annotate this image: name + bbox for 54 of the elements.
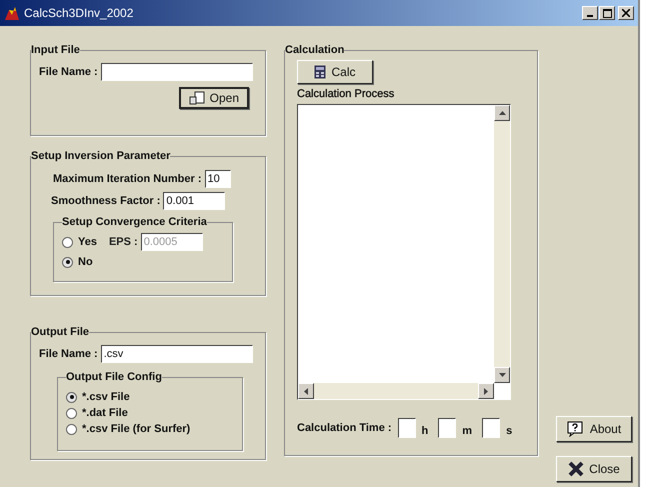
close-button[interactable] [618,6,634,20]
group-title: Output File [31,326,90,338]
folder-icon [188,91,205,105]
radio-option[interactable]: Yes [62,236,97,248]
radio-option[interactable]: No [62,256,93,268]
field-label: EPS : [108,236,138,248]
about-button[interactable]: About [556,416,632,442]
group-title: Output File Config [66,371,162,383]
horizontal-scrollbar[interactable] [298,383,494,399]
help-icon [566,421,585,437]
radio-option[interactable]: *.csv File [66,391,130,403]
radio-option[interactable]: *.csv File (for Surfer) [66,423,190,435]
radio-option[interactable]: *.dat File [66,407,128,419]
file-name-field[interactable]: .csv [100,345,253,363]
close-button[interactable]: Close [556,456,632,482]
maximize-button[interactable] [599,6,615,20]
group-title: Input File [31,44,80,56]
time-field[interactable] [398,418,416,438]
minimize-button[interactable] [582,6,598,20]
vertical-scrollbar[interactable] [494,105,510,383]
radio-circle[interactable] [62,236,73,248]
input-field[interactable]: 10 [204,170,231,188]
time-field[interactable] [438,418,456,438]
field-label: File Name : [39,348,98,360]
field-label: Maximum Iteration Number : [53,173,202,185]
field-label: Calculation Process [297,88,396,100]
unit-label: m [462,425,472,437]
close-icon [622,9,630,17]
field-label: File Name : [39,66,98,78]
group-title: Setup Inversion Parameter [31,150,170,162]
radio-circle[interactable] [66,424,77,434]
window-title: CalcSch3DInv_2002 [24,6,134,20]
field-label: Calculation Time : [297,422,392,434]
scroll-up-icon[interactable] [494,105,510,121]
scroll-down-icon[interactable] [494,367,510,383]
radio-circle[interactable] [66,392,77,402]
file-name-field[interactable] [100,63,253,81]
time-field[interactable] [482,418,500,438]
maximize-icon [602,8,612,18]
calculator-icon [314,65,326,79]
unit-label: s [506,425,512,437]
unit-label: h [422,425,428,437]
field-label: Smoothness Factor : [51,195,160,207]
group-title: Setup Convergence Criteria [62,216,207,228]
scroll-right-icon[interactable] [478,383,494,399]
app-icon [4,5,20,21]
scroll-left-icon[interactable] [298,383,314,399]
calc-button[interactable]: Calc [297,60,373,84]
radio-circle[interactable] [66,408,77,418]
x-icon [568,461,584,477]
input-field[interactable]: 0.001 [163,192,226,210]
radio-circle[interactable] [62,256,73,268]
group-title: Calculation [285,44,344,56]
open-button[interactable]: Open [178,87,249,109]
